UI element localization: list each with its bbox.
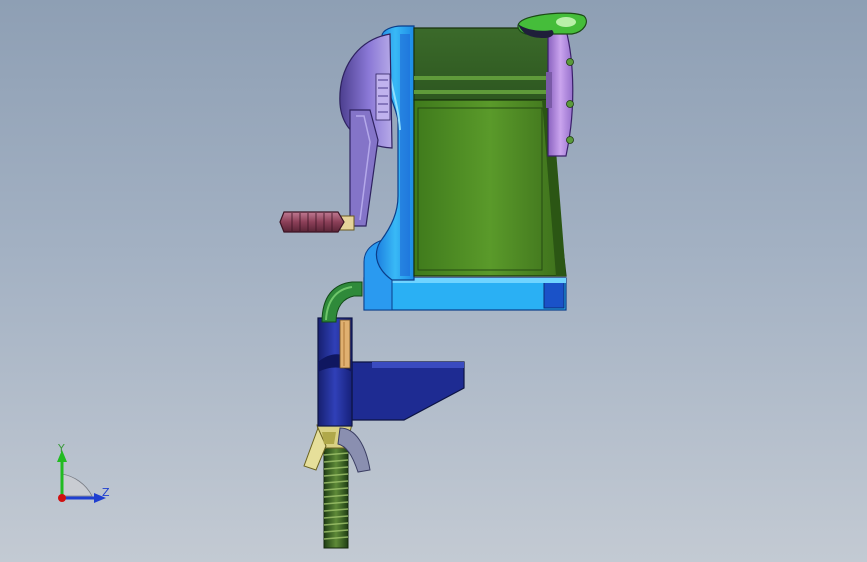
crank-knob[interactable]	[279, 211, 355, 233]
table-clamp[interactable]	[317, 317, 465, 427]
pencil-sharpener-model[interactable]	[0, 0, 867, 562]
view-orientation-triad: Y Z	[40, 438, 130, 510]
triad-z-label: Z	[102, 486, 110, 499]
clamp-screw[interactable]	[323, 439, 349, 549]
triad-axes	[57, 450, 106, 503]
point-adjust-dial[interactable]	[546, 29, 574, 157]
shavings-drawer[interactable]	[413, 99, 567, 277]
graphics-viewport[interactable]: Y Z	[0, 0, 867, 562]
shavings-housing[interactable]	[413, 27, 555, 101]
neck-tube	[321, 281, 363, 323]
selector-lever[interactable]	[517, 12, 587, 38]
triad-x-axis-dot	[58, 494, 66, 502]
triad-y-label: Y	[58, 442, 65, 455]
triad-plane	[61, 473, 93, 497]
crank-arm[interactable]	[349, 109, 379, 227]
